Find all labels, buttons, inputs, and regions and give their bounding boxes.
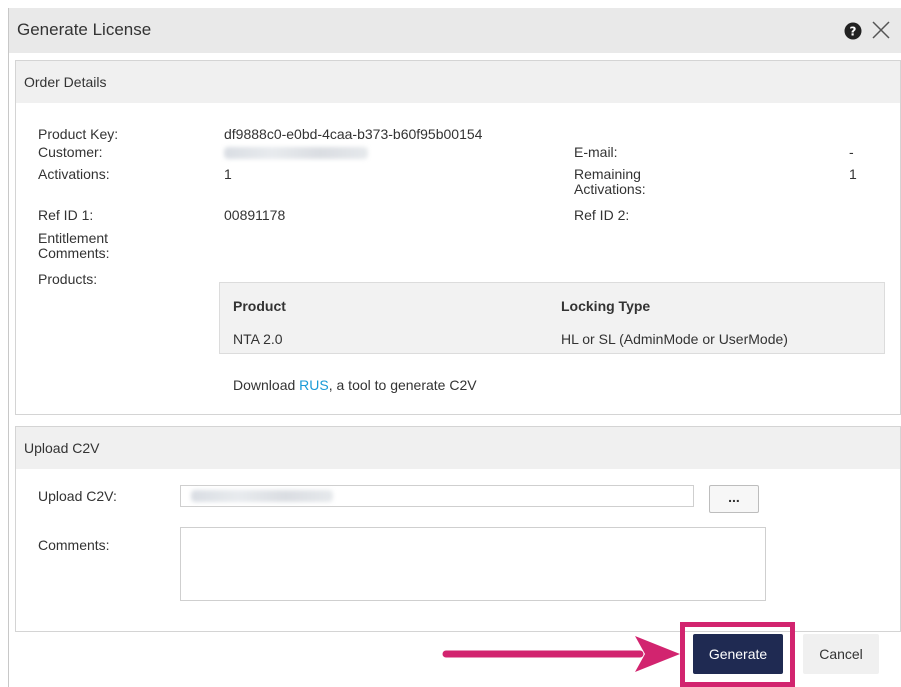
order-details-title: Order Details [24, 74, 107, 90]
entitlement-comments-label-line1: Entitlement [38, 230, 109, 246]
products-table: Product Locking Type NTA 2.0 HL or SL (A… [219, 282, 885, 354]
cancel-button[interactable]: Cancel [803, 634, 879, 674]
order-details-section: Order Details Product Key: df9888c0-e0bd… [15, 60, 901, 415]
ref-id-1-value: 00891178 [224, 207, 286, 223]
upload-c2v-file-input[interactable] [180, 485, 694, 507]
ref-id-2-label: Ref ID 2: [574, 207, 630, 223]
activations-label: Activations: [38, 166, 110, 182]
pointer-arrow-icon [442, 636, 680, 672]
download-prefix: Download [233, 377, 300, 393]
activations-value: 1 [224, 166, 232, 182]
products-row-locking-type: HL or SL (AdminMode or UserMode) [561, 331, 788, 347]
generate-button[interactable]: Generate [693, 634, 783, 674]
download-suffix: , a tool to generate C2V [328, 377, 477, 393]
download-rus-text: Download RUS, a tool to generate C2V [233, 378, 477, 393]
customer-value-redacted [224, 147, 368, 159]
question-circle-icon[interactable]: ? [844, 22, 862, 40]
comments-textarea[interactable] [180, 527, 766, 601]
remaining-activations-value: 1 [849, 166, 857, 182]
products-label: Products: [38, 271, 98, 287]
email-value: - [849, 144, 854, 160]
remaining-activations-label-line1: Remaining [574, 166, 641, 182]
product-key-label: Product Key: [38, 126, 119, 142]
products-col-locking-type: Locking Type [561, 298, 651, 314]
order-details-header: Order Details [16, 61, 900, 103]
entitlement-comments-label-line2: Comments: [38, 245, 110, 261]
remaining-activations-label-line2: Activations: [574, 181, 646, 197]
customer-label: Customer: [38, 144, 103, 160]
file-name-redacted [191, 490, 333, 502]
ref-id-1-label: Ref ID 1: [38, 207, 94, 223]
comments-label: Comments: [38, 537, 110, 553]
products-col-product: Product [233, 298, 286, 314]
browse-button[interactable]: ... [709, 485, 759, 513]
dialog-titlebar: Generate License ? [9, 8, 901, 53]
upload-c2v-section: Upload C2V Upload C2V: ... Comments: [15, 426, 901, 632]
generate-license-dialog: Generate License ? Order Details Product… [8, 8, 901, 687]
svg-text:?: ? [850, 25, 857, 39]
upload-c2v-label: Upload C2V: [38, 488, 117, 504]
dialog-title: Generate License [17, 20, 152, 39]
email-label: E-mail: [574, 144, 618, 160]
upload-c2v-title: Upload C2V [24, 440, 100, 456]
rus-link[interactable]: RUS [299, 377, 329, 393]
product-key-value: df9888c0-e0bd-4caa-b373-b60f95b00154 [224, 126, 483, 142]
products-row-product: NTA 2.0 [233, 331, 283, 347]
close-x-icon[interactable] [871, 20, 891, 40]
upload-c2v-header: Upload C2V [16, 427, 900, 469]
